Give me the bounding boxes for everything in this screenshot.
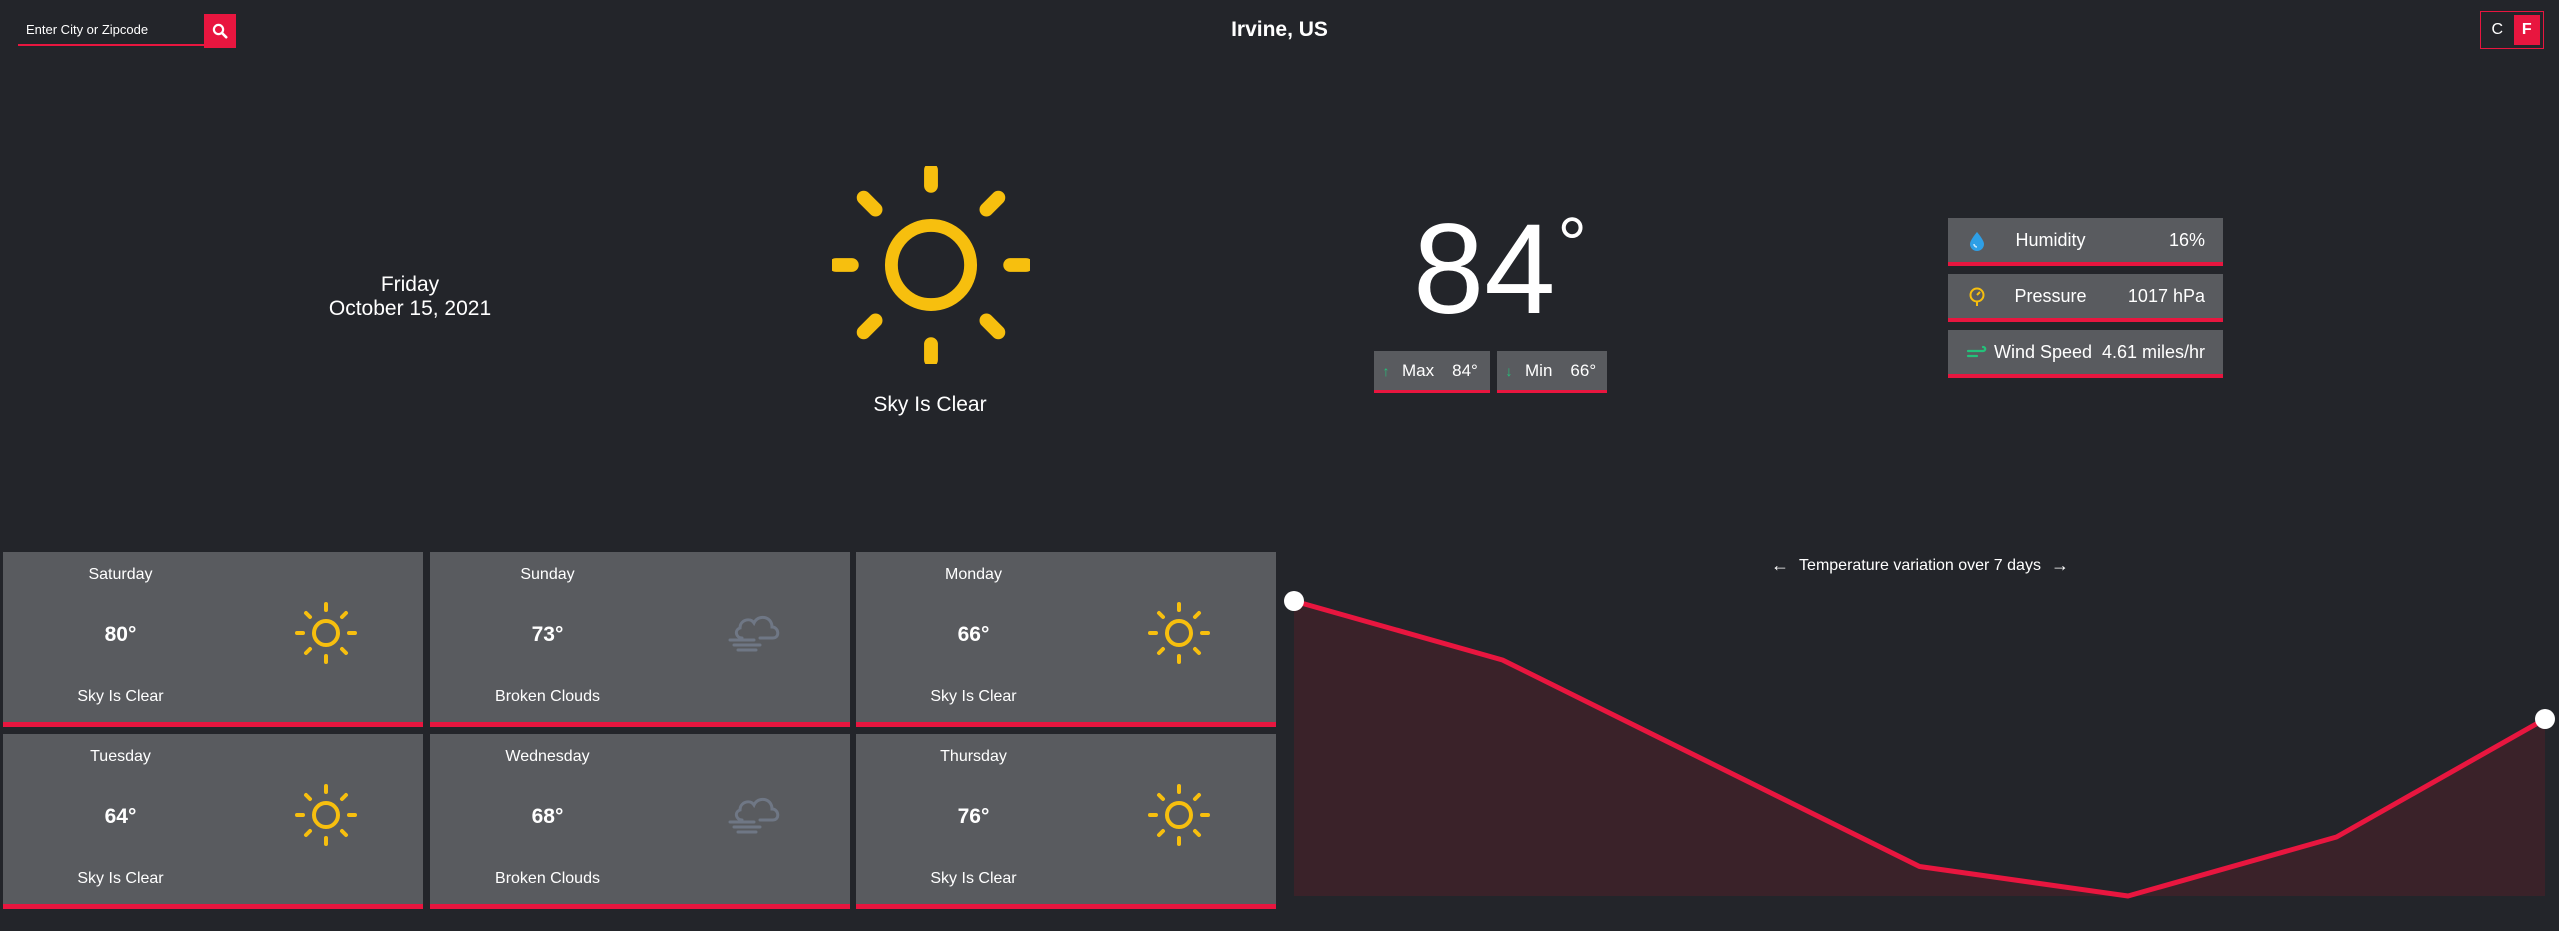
humidity-stat: Humidity 16% xyxy=(1948,218,2223,266)
forecast-day: Sunday xyxy=(520,566,575,583)
forecast-temp: 76° xyxy=(957,805,990,828)
forecast-temp: 73° xyxy=(531,623,564,646)
weekday: Friday xyxy=(380,273,440,296)
current-date: Friday October 15, 2021 xyxy=(280,273,540,321)
arrow-left-icon[interactable]: ← xyxy=(1771,555,1789,576)
cloud-icon xyxy=(728,797,780,834)
pressure-value: 1017 hPa xyxy=(2127,286,2205,306)
cloud-icon xyxy=(728,615,780,652)
min-temperature: ↓ Min 66° xyxy=(1497,351,1607,393)
forecast-description: Broken Clouds xyxy=(495,870,600,887)
pressure-stat: Pressure 1017 hPa xyxy=(1948,274,2223,322)
forecast-description: Sky Is Clear xyxy=(930,688,1017,705)
location-title: Irvine, US xyxy=(1231,18,1328,41)
chart-title: ← Temperature variation over 7 days → xyxy=(1770,555,2070,576)
sun-icon xyxy=(1148,784,1210,846)
forecast-day: Tuesday xyxy=(90,748,151,765)
temperature-value: 84 xyxy=(1413,198,1556,341)
max-temperature: ↑ Max 84° xyxy=(1374,351,1490,393)
forecast-description: Sky Is Clear xyxy=(77,870,164,887)
unit-celsius-button[interactable]: C xyxy=(2484,15,2511,45)
forecast-day: Wednesday xyxy=(505,748,590,765)
current-description: Sky Is Clear xyxy=(873,393,987,416)
chart-point-friday[interactable] xyxy=(1284,591,1304,611)
current-temperature: 84° xyxy=(1400,200,1600,358)
forecast-temp: 66° xyxy=(957,623,990,646)
forecast-card[interactable]: Saturday 80° Sky Is Clear xyxy=(3,552,423,727)
wind-value: 4.61 miles/hr xyxy=(2101,342,2205,362)
sun-icon xyxy=(295,784,357,846)
temperature-chart xyxy=(1284,591,2555,899)
arrow-up-icon: ↑ xyxy=(1382,362,1390,379)
forecast-card[interactable]: Thursday 76° Sky Is Clear xyxy=(856,734,1276,909)
degree-symbol: ° xyxy=(1557,202,1587,285)
max-value: 84° xyxy=(1452,360,1478,380)
forecast-description: Broken Clouds xyxy=(495,688,600,705)
forecast-temp: 64° xyxy=(104,805,137,828)
pressure-label: Pressure xyxy=(2014,286,2087,306)
wind-stat: Wind Speed 4.61 miles/hr xyxy=(1948,330,2223,378)
min-value: 66° xyxy=(1570,360,1597,380)
forecast-temp: 68° xyxy=(531,805,564,828)
humidity-value: 16% xyxy=(2168,230,2205,250)
max-label: Max xyxy=(1402,360,1435,380)
sun-icon xyxy=(832,166,1030,364)
wind-label: Wind Speed xyxy=(1994,342,2093,362)
forecast-card[interactable]: Monday 66° Sky Is Clear xyxy=(856,552,1276,727)
chart-area xyxy=(1294,601,2545,896)
chart-point-thursday[interactable] xyxy=(2535,709,2555,729)
wind-icon xyxy=(1966,345,1987,358)
forecast-card[interactable]: Wednesday 68° Broken Clouds xyxy=(430,734,850,909)
unit-toggle: C F xyxy=(2480,11,2544,49)
chart-title-text: Temperature variation over 7 days xyxy=(1799,556,2041,574)
forecast-temp: 80° xyxy=(104,623,137,646)
forecast-description: Sky Is Clear xyxy=(77,688,164,705)
humidity-label: Humidity xyxy=(2015,230,2086,250)
sun-icon xyxy=(295,602,357,664)
forecast-day: Saturday xyxy=(88,566,153,583)
arrow-down-icon: ↓ xyxy=(1505,362,1513,379)
full-date: October 15, 2021 xyxy=(328,297,492,320)
forecast-card[interactable]: Sunday 73° Broken Clouds xyxy=(430,552,850,727)
forecast-description: Sky Is Clear xyxy=(930,870,1017,887)
forecast-day: Monday xyxy=(945,566,1002,583)
arrow-right-icon[interactable]: → xyxy=(2051,555,2069,576)
unit-fahrenheit-button[interactable]: F xyxy=(2513,15,2540,45)
sun-icon xyxy=(1148,602,1210,664)
min-label: Min xyxy=(1525,360,1553,380)
forecast-day: Thursday xyxy=(940,748,1007,765)
forecast-card[interactable]: Tuesday 64° Sky Is Clear xyxy=(3,734,423,909)
